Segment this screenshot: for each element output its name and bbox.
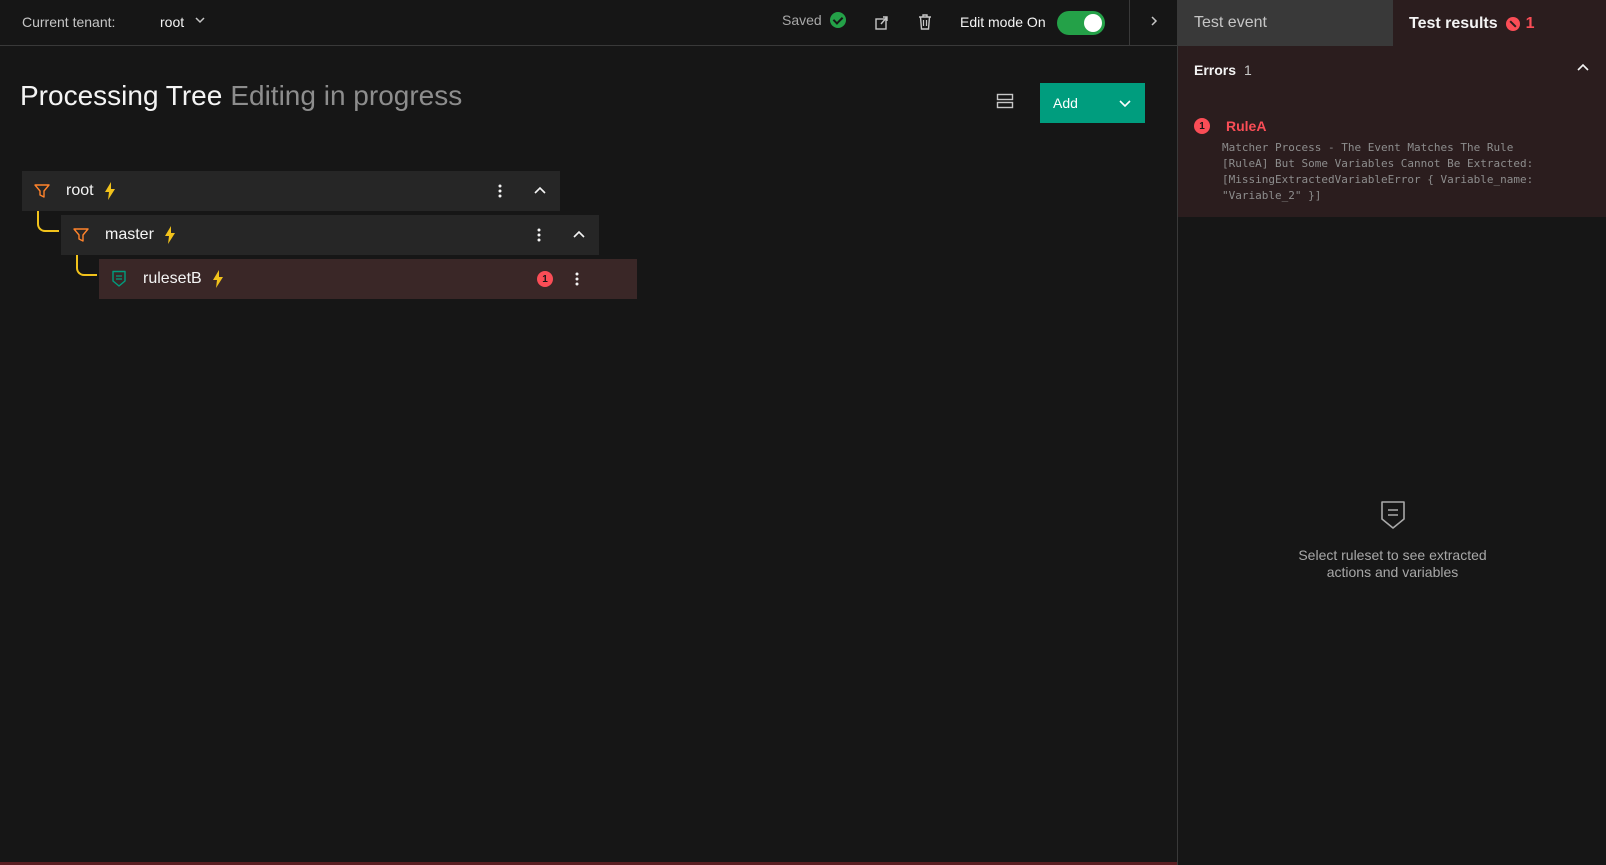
errors-section: Errors 1 1 RuleA Matcher Process - The E… xyxy=(1178,46,1606,217)
tab-label: Test results xyxy=(1409,15,1498,32)
tenant-value: root xyxy=(160,14,185,30)
errors-title: Errors xyxy=(1194,62,1237,78)
tab-test-event[interactable]: Test event xyxy=(1178,0,1393,46)
saved-label: Saved xyxy=(782,12,822,28)
chevron-down-icon xyxy=(194,13,206,31)
list-view-icon xyxy=(996,93,1014,114)
tab-label: Test event xyxy=(1194,14,1267,31)
page-title-main: Processing Tree xyxy=(20,80,223,111)
lightning-icon xyxy=(104,182,116,200)
tree-connector xyxy=(76,254,97,276)
tab-test-results[interactable]: Test results 1 xyxy=(1393,0,1606,46)
error-prohibited-icon xyxy=(1505,17,1520,31)
errors-count: 1 xyxy=(1244,62,1252,78)
node-name: root xyxy=(66,182,94,199)
page-title: Processing Tree Editing in progress xyxy=(20,80,462,112)
tab-error-count: 1 xyxy=(1525,15,1535,32)
error-count-badge: 1 xyxy=(537,271,553,287)
empty-state-line: Select ruleset to see extracted xyxy=(1298,547,1487,563)
tree-node-master[interactable]: master xyxy=(61,215,599,255)
filter-icon xyxy=(61,226,101,244)
tree-connector xyxy=(37,210,59,232)
error-rule-name[interactable]: RuleA xyxy=(1226,118,1266,134)
chevron-up-icon[interactable] xyxy=(559,215,599,255)
node-name: rulesetB xyxy=(143,270,202,287)
edit-mode-toggle[interactable] xyxy=(1057,11,1105,35)
ruleset-shield-icon xyxy=(1380,501,1406,534)
page-title-status: Editing in progress xyxy=(230,80,463,111)
test-panel: Test event Test results 1 Errors 1 1 Rul… xyxy=(1177,0,1606,865)
top-bar: Current tenant: root Saved Edit mode On xyxy=(0,0,1177,46)
view-toggle-button[interactable] xyxy=(990,90,1020,116)
ruleset-shield-icon xyxy=(99,270,139,288)
collapse-panel-button[interactable] xyxy=(1129,0,1177,46)
app-root: Current tenant: root Saved Edit mode On xyxy=(0,0,1606,865)
empty-state-line: actions and variables xyxy=(1326,564,1459,580)
panel-tabs: Test event Test results 1 xyxy=(1178,0,1606,46)
tree-node-root[interactable]: root xyxy=(22,171,560,211)
errors-collapse-button[interactable] xyxy=(1571,58,1595,82)
errors-header: Errors 1 xyxy=(1194,62,1252,78)
empty-state: Select ruleset to see extracted actions … xyxy=(1178,500,1606,581)
error-message: Matcher Process - The Event Matches The … xyxy=(1222,141,1534,202)
tenant-dropdown[interactable]: root xyxy=(160,8,206,36)
checkmark-icon xyxy=(829,12,846,28)
node-name: master xyxy=(105,226,154,243)
overflow-menu-icon[interactable] xyxy=(557,259,597,299)
saved-status: Saved xyxy=(782,12,846,28)
chevron-up-icon xyxy=(1576,61,1590,80)
edit-mode-label: Edit mode On xyxy=(960,14,1046,30)
chevron-up-icon[interactable] xyxy=(520,171,560,211)
overflow-menu-icon[interactable] xyxy=(519,215,559,255)
lightning-icon xyxy=(212,270,224,288)
tree-node-ruleset[interactable]: rulesetB 1 xyxy=(99,259,637,299)
chevron-down-icon[interactable] xyxy=(1105,83,1145,123)
empty-state-text: Select ruleset to see extracted actions … xyxy=(1178,547,1606,581)
add-button-label: Add xyxy=(1053,95,1078,111)
tenant-label: Current tenant: xyxy=(22,14,116,30)
error-index-badge: 1 xyxy=(1194,118,1210,134)
filter-icon xyxy=(22,182,62,200)
lightning-icon xyxy=(164,226,176,244)
error-item: 1 RuleA Matcher Process - The Event Matc… xyxy=(1194,118,1594,204)
chevron-right-icon xyxy=(1148,14,1160,32)
export-icon[interactable] xyxy=(872,12,892,32)
trash-icon[interactable] xyxy=(915,12,935,32)
overflow-menu-icon[interactable] xyxy=(480,171,520,211)
add-button[interactable]: Add xyxy=(1040,83,1145,123)
